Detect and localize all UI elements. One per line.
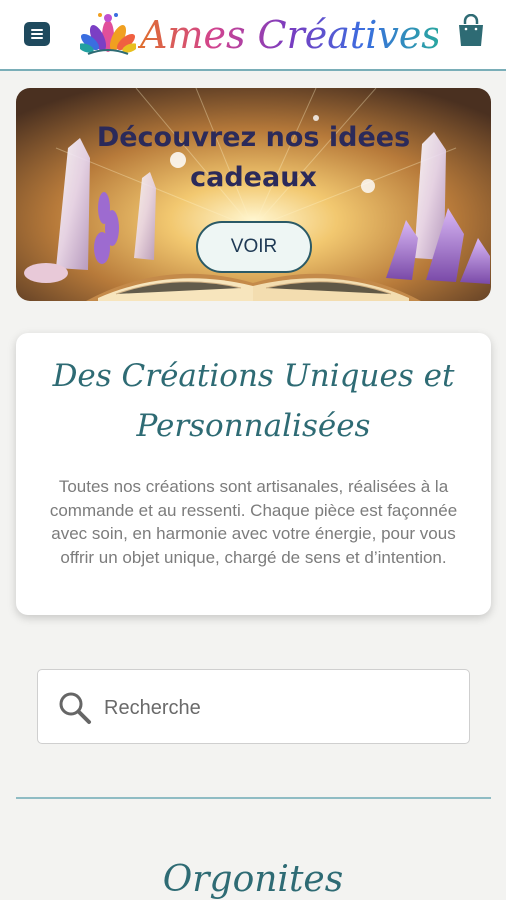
site-header: Ames Créatives [0, 0, 506, 71]
banner-title: Découvrez nos idées cadeaux [96, 122, 411, 193]
brand-name: Ames Créatives [138, 13, 438, 57]
gift-ideas-banner: Découvrez nos idées cadeaux VOIR [16, 88, 491, 301]
section-title-orgonites: Orgonites [162, 859, 344, 900]
hamburger-menu-icon[interactable] [24, 22, 50, 46]
intro-card: Des Créations Uniques et Personnalisées … [16, 333, 491, 615]
search-box[interactable] [37, 669, 470, 744]
search-icon[interactable] [58, 691, 92, 725]
search-input[interactable] [104, 690, 444, 726]
intro-title: Des Créations Uniques et Personnalisées [52, 358, 455, 444]
section-divider [16, 797, 491, 799]
brand-logo[interactable]: Ames Créatives [80, 4, 438, 64]
lotus-logo-icon [80, 13, 136, 55]
voir-button[interactable]: VOIR [196, 221, 312, 273]
shopping-bag-icon[interactable] [456, 13, 486, 48]
intro-text: Toutes nos créations sont artisanales, r… [49, 477, 458, 567]
